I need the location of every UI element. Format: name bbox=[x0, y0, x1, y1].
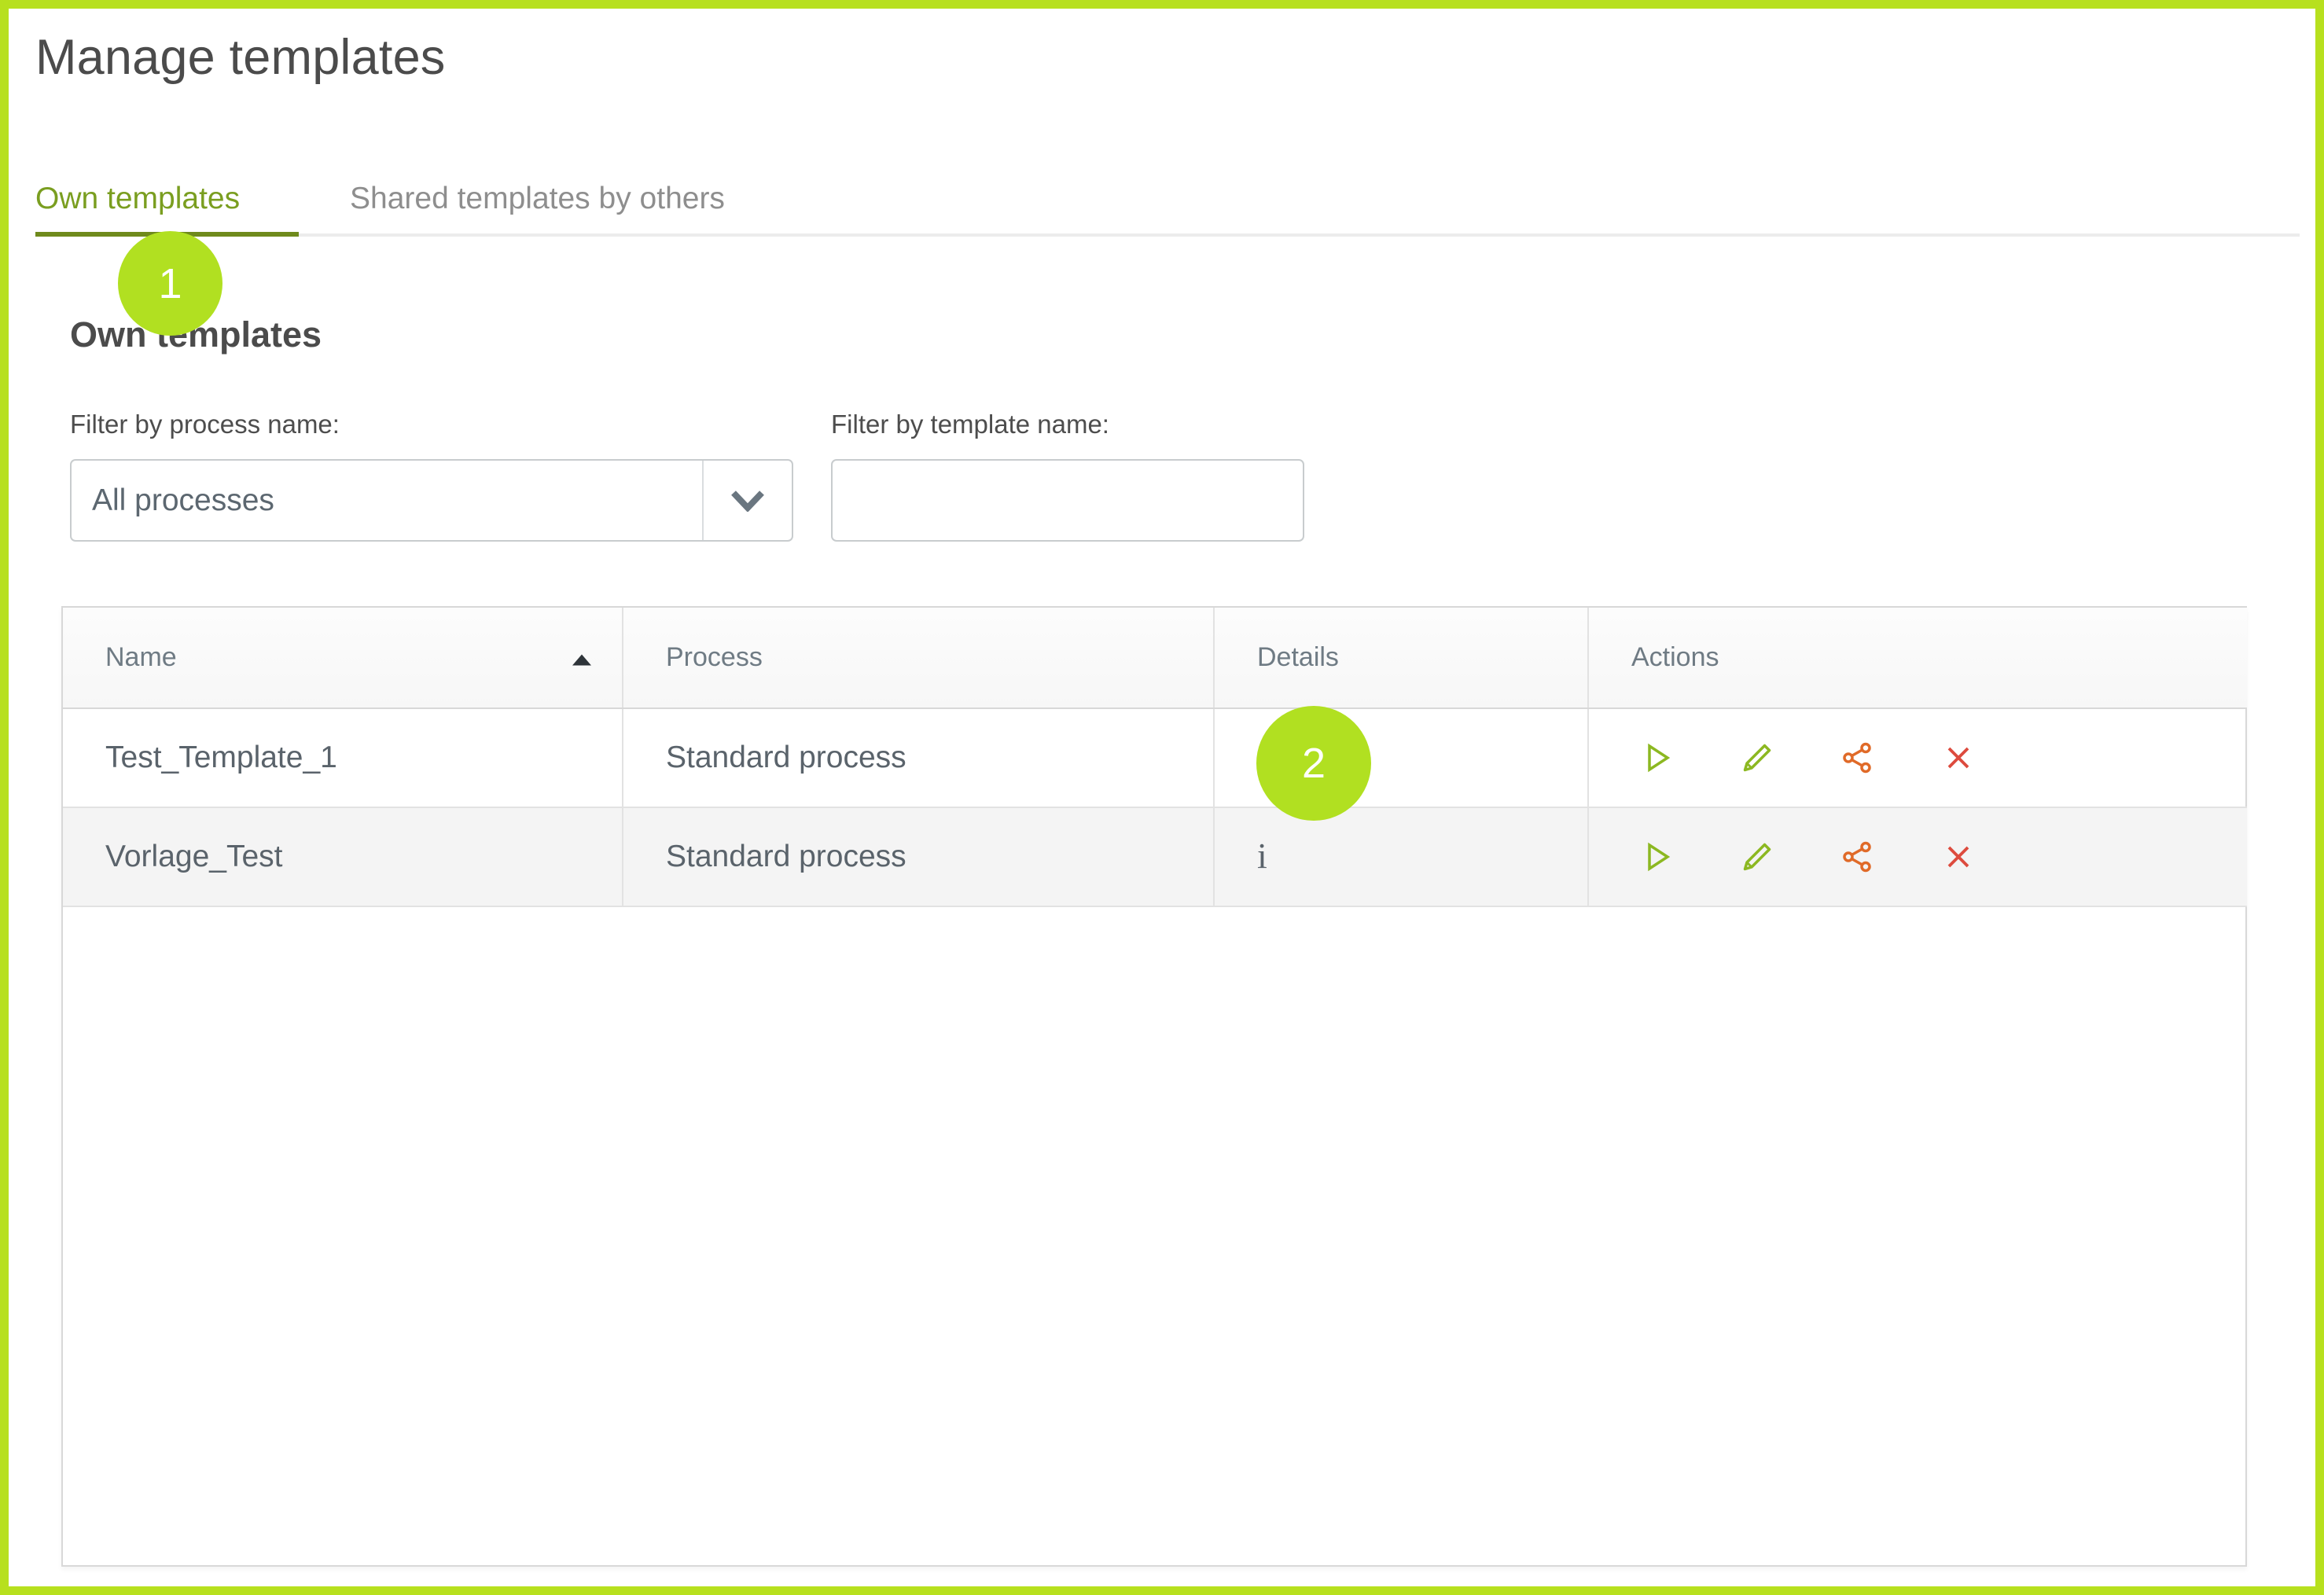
play-icon[interactable] bbox=[1636, 836, 1677, 877]
process-filter-select[interactable]: All processes bbox=[70, 459, 793, 542]
page-title: Manage templates bbox=[35, 29, 446, 86]
process-filter-value: All processes bbox=[92, 461, 274, 540]
table-header-row: Name Process Details bbox=[63, 608, 2247, 708]
tab-shared-templates-by-others[interactable]: Shared templates by others bbox=[350, 182, 725, 237]
screenshot-frame: Manage templates Own templates Shared te… bbox=[0, 0, 2324, 1595]
annotation-badge-2: 2 bbox=[1256, 706, 1371, 821]
table-empty-area bbox=[63, 908, 2245, 1565]
annotation-badge-1: 1 bbox=[118, 231, 222, 336]
table-row[interactable]: Vorlage_Test Standard process i bbox=[63, 807, 2247, 906]
cell-template-name: Vorlage_Test bbox=[63, 807, 623, 906]
cell-actions bbox=[1588, 708, 2247, 807]
column-header-process-label: Process bbox=[666, 642, 763, 672]
cell-template-name: Test_Template_1 bbox=[63, 708, 623, 807]
templates-table: Name Process Details bbox=[61, 606, 2247, 1567]
cell-details: i bbox=[1214, 807, 1588, 906]
column-header-process[interactable]: Process bbox=[623, 608, 1214, 708]
cell-process-name: Standard process bbox=[623, 807, 1214, 906]
chevron-down-icon[interactable] bbox=[702, 461, 792, 540]
info-icon[interactable]: i bbox=[1257, 838, 1267, 874]
tab-own-templates[interactable]: Own templates bbox=[35, 182, 299, 237]
close-icon[interactable] bbox=[1938, 836, 1979, 877]
column-header-name[interactable]: Name bbox=[63, 608, 623, 708]
filter-template-label: Filter by template name: bbox=[831, 410, 1109, 439]
play-icon[interactable] bbox=[1636, 737, 1677, 778]
column-header-name-label: Name bbox=[105, 642, 177, 672]
cell-process-name: Standard process bbox=[623, 708, 1214, 807]
column-header-details-label: Details bbox=[1257, 642, 1339, 672]
caret-up-icon bbox=[572, 642, 592, 673]
filter-process-label: Filter by process name: bbox=[70, 410, 340, 439]
page-canvas: Manage templates Own templates Shared te… bbox=[9, 9, 2315, 1586]
table-row[interactable]: Test_Template_1 Standard process bbox=[63, 708, 2247, 807]
template-name-filter-input[interactable] bbox=[831, 459, 1304, 542]
column-header-details[interactable]: Details bbox=[1214, 608, 1588, 708]
column-header-actions: Actions bbox=[1588, 608, 2247, 708]
pencil-icon[interactable] bbox=[1737, 836, 1778, 877]
action-button-group bbox=[1631, 836, 2247, 877]
pencil-icon[interactable] bbox=[1737, 737, 1778, 778]
tab-bar: Own templates Shared templates by others bbox=[35, 164, 2300, 237]
action-button-group bbox=[1631, 737, 2247, 778]
close-icon[interactable] bbox=[1938, 737, 1979, 778]
column-header-actions-label: Actions bbox=[1631, 642, 1719, 672]
cell-actions bbox=[1588, 807, 2247, 906]
share-icon[interactable] bbox=[1837, 737, 1878, 778]
share-icon[interactable] bbox=[1837, 836, 1878, 877]
